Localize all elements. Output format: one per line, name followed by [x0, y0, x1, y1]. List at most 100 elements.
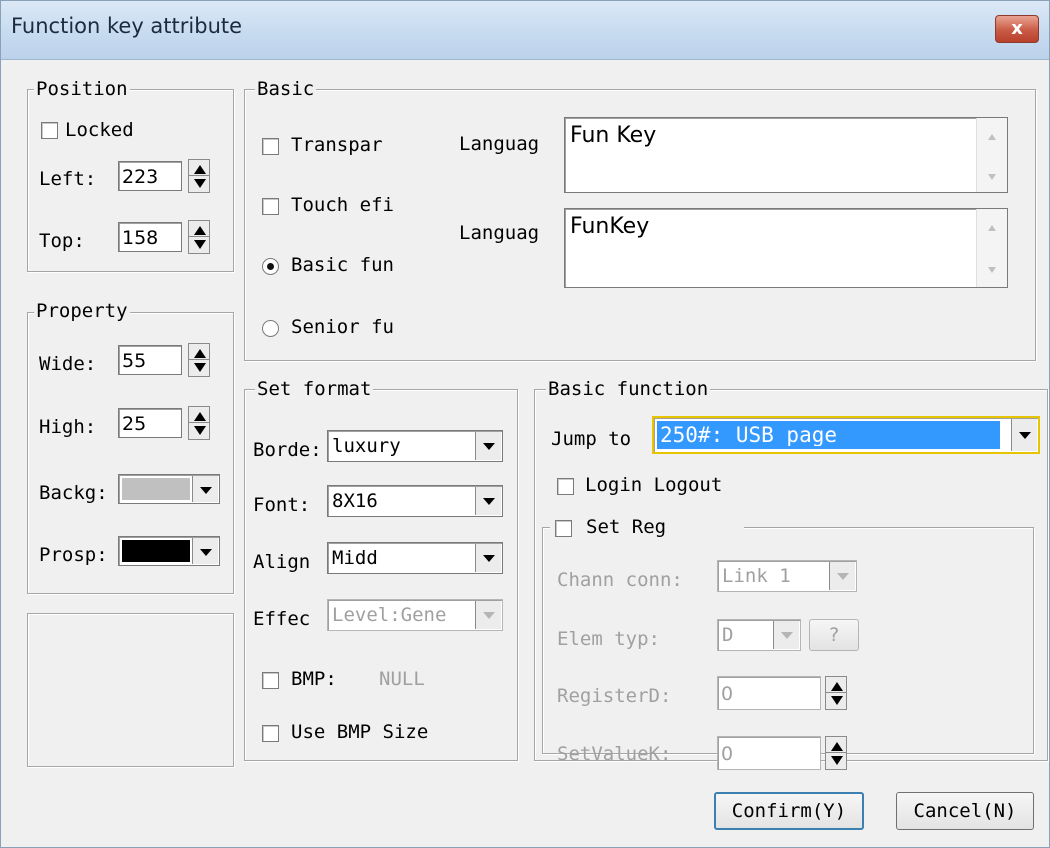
touch-effect-label: Touch efi [291, 194, 394, 216]
set-format-legend: Set format [255, 378, 374, 400]
border-value: luxury [332, 435, 401, 457]
font-value: 8X16 [332, 490, 378, 512]
jump-to-select[interactable]: 250#: USB page [652, 416, 1040, 454]
spin-down-icon [831, 696, 843, 705]
bmp-checkbox[interactable] [262, 672, 279, 689]
spin-up-icon [831, 742, 843, 751]
locked-label: Locked [65, 119, 134, 141]
spin-down-icon [194, 363, 206, 372]
language1-label: Languag [459, 133, 540, 155]
scrollbar[interactable] [976, 209, 1007, 287]
jump-to-value: 250#: USB page [660, 424, 838, 446]
locked-checkbox[interactable] [41, 122, 58, 139]
language1-text: Fun Key [570, 123, 657, 148]
basic-fun-label: Basic fun [291, 254, 394, 276]
jump-to-label: Jump to [551, 428, 632, 450]
use-bmp-size-label: Use BMP Size [291, 721, 429, 743]
spin-up-icon [194, 226, 206, 235]
high-spin[interactable] [188, 406, 210, 440]
property-legend: Property [34, 300, 130, 322]
chevron-down-icon [475, 432, 501, 460]
spin-down-icon [194, 240, 206, 249]
spin-down-icon [831, 756, 843, 765]
effect-value: Level:Gene [332, 604, 447, 626]
chann-conn-select[interactable]: Link 1 [717, 560, 857, 592]
high-label: High: [39, 416, 97, 438]
elem-typ-value: D [722, 624, 734, 646]
language2-label: Languag [459, 222, 540, 244]
bmp-label: BMP: [291, 668, 337, 690]
setvalue-spin[interactable] [825, 736, 847, 770]
register-label: RegisterD: [557, 685, 672, 707]
senior-fun-label: Senior fu [291, 316, 394, 338]
scrollbar[interactable] [976, 118, 1007, 192]
prosp-label: Prosp: [39, 544, 108, 566]
spin-down-icon [194, 426, 206, 435]
register-spin[interactable] [825, 676, 847, 710]
top-input[interactable]: 158 [118, 222, 182, 252]
chann-conn-value: Link 1 [722, 565, 791, 587]
chevron-down-icon [1011, 419, 1037, 451]
bmp-value: NULL [379, 668, 425, 690]
chevron-down-icon [475, 601, 501, 629]
top-label: Top: [39, 230, 85, 252]
set-reg-checkbox[interactable] [555, 520, 572, 537]
font-label: Font: [253, 494, 311, 516]
backg-label: Backg: [39, 482, 108, 504]
set-reg-label: Set Reg [586, 516, 667, 538]
align-select[interactable]: Midd [327, 542, 503, 574]
position-legend: Position [34, 78, 130, 100]
prosp-color-select[interactable] [118, 536, 220, 566]
transparent-checkbox[interactable] [262, 138, 279, 155]
backg-color-swatch [122, 478, 190, 500]
login-logout-checkbox[interactable] [557, 478, 574, 495]
top-spin[interactable] [188, 220, 210, 254]
wide-input[interactable]: 55 [118, 345, 182, 375]
close-button[interactable]: x [995, 15, 1039, 43]
basic-function-legend: Basic function [546, 378, 711, 400]
window-title: Function key attribute [11, 14, 243, 38]
basic-legend: Basic [255, 78, 317, 100]
chann-conn-label: Chann conn: [557, 569, 683, 591]
border-select[interactable]: luxury [327, 430, 503, 462]
use-bmp-size-checkbox[interactable] [262, 725, 279, 742]
left-spin[interactable] [188, 159, 210, 193]
dialog-client: Position Locked Left: 223 Top: 158 Prope… [1, 60, 1049, 847]
confirm-button[interactable]: Confirm(Y) [714, 792, 864, 830]
high-input[interactable]: 25 [118, 408, 182, 438]
setvalue-label: SetValueK: [557, 743, 672, 765]
language1-textarea[interactable]: Fun Key [564, 117, 1008, 193]
effect-label: Effec [253, 608, 311, 630]
chevron-down-icon [773, 621, 799, 649]
elem-typ-select[interactable]: D [717, 619, 801, 651]
language2-textarea[interactable]: FunKey [564, 208, 1008, 288]
wide-spin[interactable] [188, 343, 210, 377]
help-button[interactable]: ? [809, 619, 859, 651]
wide-label: Wide: [39, 353, 97, 375]
align-label: Align [253, 551, 311, 573]
left-input[interactable]: 223 [118, 161, 182, 191]
login-logout-label: Login Logout [585, 474, 723, 496]
transparent-label: Transpar [291, 134, 383, 156]
spin-down-icon [194, 179, 206, 188]
preview-panel [27, 613, 234, 767]
effect-select[interactable]: Level:Gene [327, 599, 503, 631]
prosp-color-swatch [122, 540, 190, 562]
setvalue-input[interactable]: 0 [717, 736, 821, 770]
touch-effect-checkbox[interactable] [262, 198, 279, 215]
title-bar[interactable]: Function key attribute x [1, 1, 1049, 60]
set-reg-legend: Set Reg [550, 516, 744, 540]
cancel-button[interactable]: Cancel(N) [896, 792, 1034, 830]
align-value: Midd [332, 547, 378, 569]
register-input[interactable]: 0 [717, 676, 821, 710]
spin-up-icon [831, 682, 843, 691]
left-label: Left: [39, 168, 97, 190]
font-select[interactable]: 8X16 [327, 485, 503, 517]
language2-text: FunKey [570, 214, 650, 239]
basic-fun-radio[interactable] [262, 258, 279, 275]
spin-up-icon [194, 412, 206, 421]
elem-typ-label: Elem typ: [557, 628, 660, 650]
senior-fun-radio[interactable] [262, 320, 279, 337]
chevron-down-icon [475, 544, 501, 572]
backg-color-select[interactable] [118, 474, 220, 504]
